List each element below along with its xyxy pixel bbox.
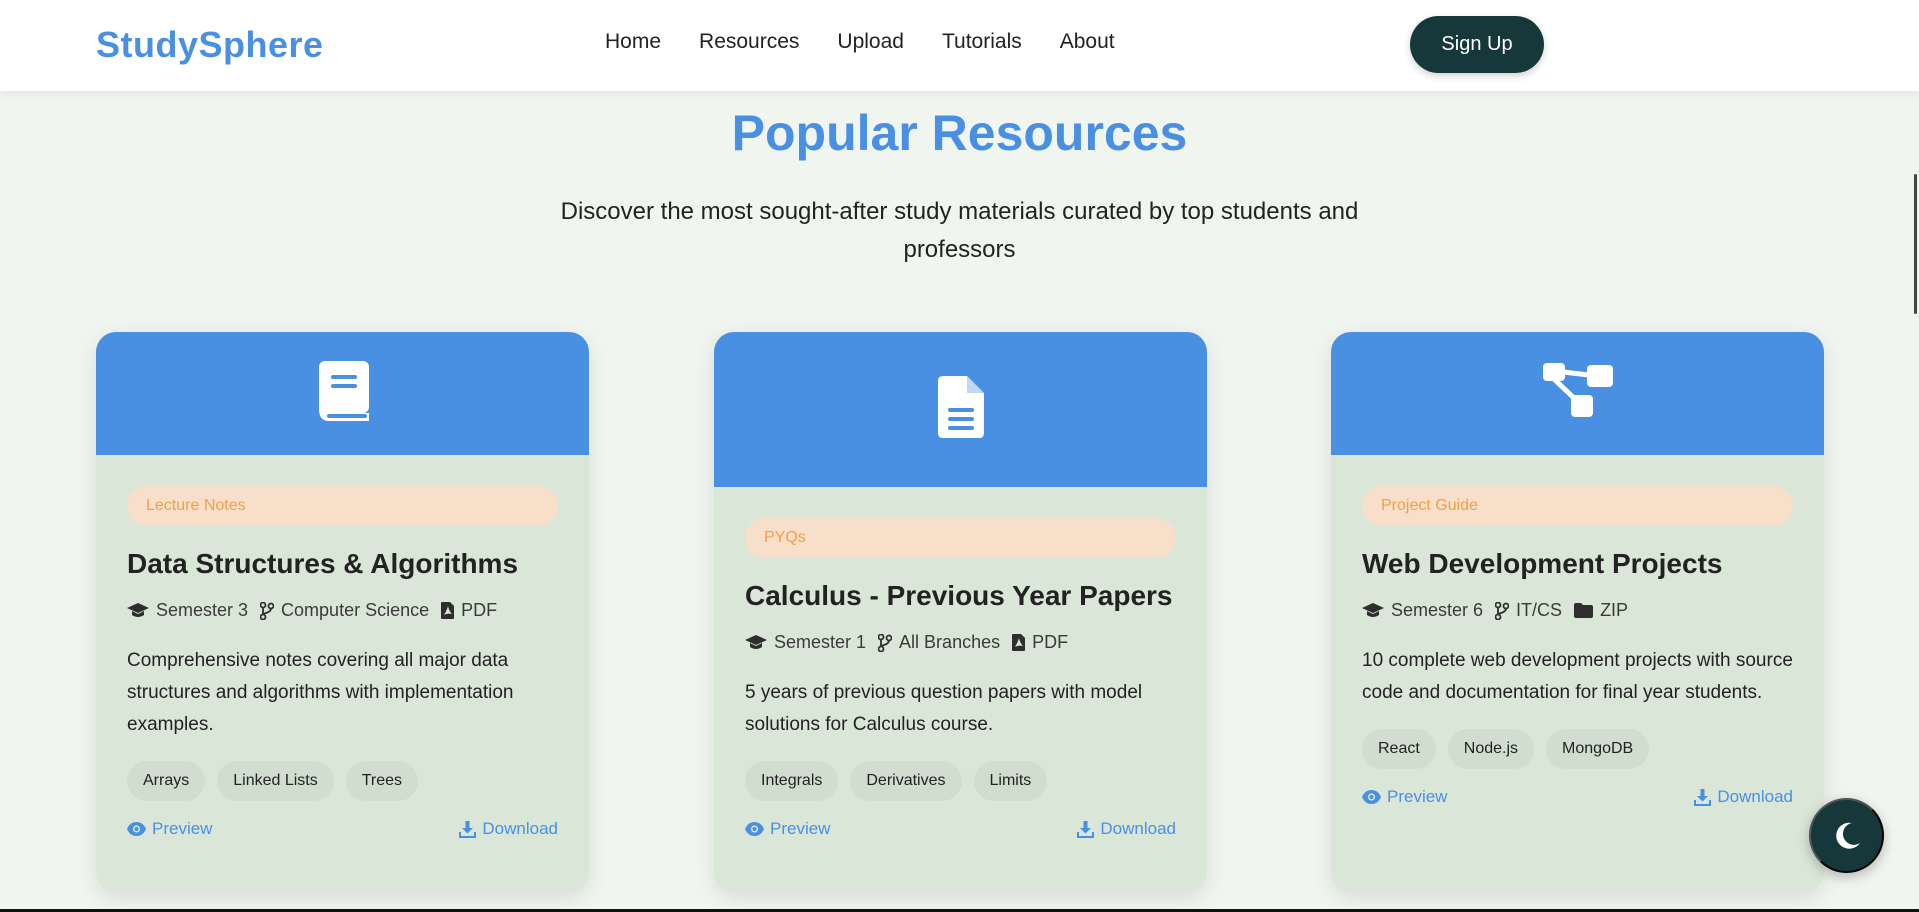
preview-link[interactable]: Preview <box>127 819 212 839</box>
eye-icon <box>745 822 764 836</box>
format-label: PDF <box>461 600 498 620</box>
nav-link-about[interactable]: About <box>1060 30 1115 54</box>
card-title[interactable]: Web Development Projects <box>1362 548 1793 580</box>
download-link[interactable]: Download <box>1077 819 1176 839</box>
preview-link[interactable]: Preview <box>1362 787 1447 807</box>
preview-label: Preview <box>152 819 213 838</box>
tag[interactable]: React <box>1362 729 1436 769</box>
brand-logo[interactable]: StudySphere <box>96 24 324 66</box>
download-icon <box>1694 788 1712 806</box>
format-label: ZIP <box>1600 600 1629 620</box>
resource-card: Project Guide Web Development Projects S… <box>1331 332 1824 892</box>
graduation-cap-icon <box>1362 602 1384 617</box>
nav-link-tutorials[interactable]: Tutorials <box>942 30 1022 54</box>
download-label: Download <box>1717 787 1793 806</box>
tag[interactable]: Derivatives <box>850 761 962 801</box>
download-label: Download <box>1100 819 1176 838</box>
card-actions: Preview Download <box>745 819 1176 839</box>
file-text-icon <box>937 376 984 443</box>
semester-label: Semester 6 <box>1391 600 1484 620</box>
download-icon <box>1077 820 1095 838</box>
card-header <box>1331 332 1824 455</box>
card-description: 10 complete web development projects wit… <box>1362 650 1793 703</box>
scrollbar-thumb[interactable] <box>1914 174 1917 314</box>
semester-label: Semester 1 <box>774 632 867 652</box>
card-body: PYQs Calculus - Previous Year Papers Sem… <box>714 487 1207 839</box>
card-actions: Preview Download <box>1362 787 1793 807</box>
code-branch-icon <box>1495 601 1510 620</box>
card-meta: Semester 1 All Branches PDF <box>745 632 1176 653</box>
moon-icon <box>1835 822 1860 849</box>
tag[interactable]: Limits <box>973 761 1048 801</box>
resource-card: Lecture Notes Data Structures & Algorith… <box>96 332 589 892</box>
tag[interactable]: Arrays <box>127 761 206 801</box>
section-title: Popular Resources <box>731 105 1188 161</box>
tag[interactable]: Node.js <box>1447 729 1535 769</box>
card-actions: Preview Download <box>127 819 558 839</box>
card-meta: Semester 3 Computer Science PDF <box>127 600 558 621</box>
tag-list: Arrays Linked Lists Trees <box>127 761 558 801</box>
file-pdf-icon <box>1012 634 1026 651</box>
tag-list: Integrals Derivatives Limits <box>745 761 1176 801</box>
dark-mode-toggle-button[interactable] <box>1809 798 1884 873</box>
card-title[interactable]: Data Structures & Algorithms <box>127 548 558 580</box>
card-title[interactable]: Calculus - Previous Year Papers <box>745 580 1176 612</box>
download-icon <box>459 820 477 838</box>
category-badge: PYQs <box>745 518 1176 558</box>
preview-label: Preview <box>1387 787 1448 806</box>
category-badge: Project Guide <box>1362 486 1793 526</box>
graduation-cap-icon <box>127 602 149 617</box>
branch-label: IT/CS <box>1516 600 1563 620</box>
card-description: Comprehensive notes covering all major d… <box>127 650 514 735</box>
eye-icon <box>127 822 146 836</box>
code-branch-icon <box>260 601 275 620</box>
resource-card: PYQs Calculus - Previous Year Papers Sem… <box>714 332 1207 892</box>
download-link[interactable]: Download <box>1694 787 1793 807</box>
code-branch-icon <box>878 633 893 652</box>
card-header <box>96 332 589 455</box>
tag-list: React Node.js MongoDB <box>1362 729 1793 769</box>
preview-link[interactable]: Preview <box>745 819 830 839</box>
nav-link-upload[interactable]: Upload <box>837 30 904 54</box>
navbar: StudySphere Home Resources Upload Tutori… <box>0 0 1919 91</box>
format-label: PDF <box>1032 632 1069 652</box>
file-pdf-icon <box>441 602 455 619</box>
category-badge: Lecture Notes <box>127 486 558 526</box>
folder-icon <box>1574 603 1594 618</box>
card-header <box>714 332 1207 487</box>
graduation-cap-icon <box>745 634 767 649</box>
nav-link-home[interactable]: Home <box>605 30 661 54</box>
card-meta: Semester 6 IT/CS ZIP <box>1362 600 1793 621</box>
sign-up-button[interactable]: Sign Up <box>1410 16 1544 73</box>
tag[interactable]: Trees <box>345 761 419 801</box>
nav-links: Home Resources Upload Tutorials About <box>605 30 1115 54</box>
tag[interactable]: Linked Lists <box>217 761 334 801</box>
semester-label: Semester 3 <box>156 600 249 620</box>
branch-label: Computer Science <box>281 600 430 620</box>
download-link[interactable]: Download <box>459 819 558 839</box>
card-description: 5 years of previous question papers with… <box>745 682 1143 735</box>
tag[interactable]: MongoDB <box>1546 729 1650 769</box>
nav-link-resources[interactable]: Resources <box>699 30 799 54</box>
card-body: Lecture Notes Data Structures & Algorith… <box>96 455 589 839</box>
card-body: Project Guide Web Development Projects S… <box>1331 455 1824 807</box>
eye-icon <box>1362 790 1381 804</box>
section-subtitle: Discover the most sought-after study mat… <box>560 198 1359 263</box>
sitemap-icon <box>1542 363 1613 424</box>
download-label: Download <box>482 819 558 838</box>
branch-label: All Branches <box>899 632 1001 652</box>
tag[interactable]: Integrals <box>745 761 839 801</box>
preview-label: Preview <box>770 819 831 838</box>
book-icon <box>315 359 371 428</box>
